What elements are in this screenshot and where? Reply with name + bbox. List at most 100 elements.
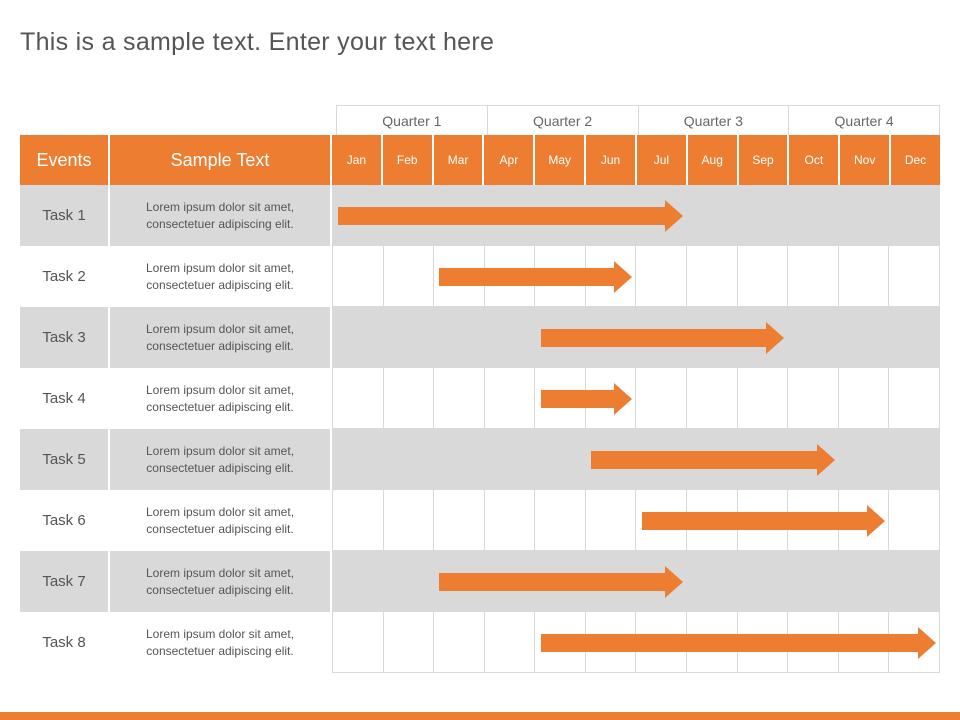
header-month: Dec bbox=[891, 135, 940, 185]
month-cell bbox=[839, 429, 890, 490]
arrow-head-icon bbox=[766, 322, 784, 354]
arrow-shaft bbox=[541, 634, 922, 652]
table-row: Task 6Lorem ipsum dolor sit amet, consec… bbox=[20, 490, 940, 551]
month-cell bbox=[535, 429, 586, 490]
month-cell bbox=[434, 429, 485, 490]
month-cell bbox=[889, 429, 940, 490]
month-cell bbox=[788, 185, 839, 246]
arrow-head-icon bbox=[614, 383, 632, 415]
task-timeline-cell bbox=[332, 551, 940, 612]
gantt-arrow bbox=[642, 512, 871, 530]
task-description-cell: Lorem ipsum dolor sit amet, consectetuer… bbox=[110, 368, 332, 429]
header-events: Events bbox=[20, 135, 110, 185]
gantt-arrow bbox=[439, 268, 618, 286]
task-timeline-cell bbox=[332, 490, 940, 551]
month-cell bbox=[788, 551, 839, 612]
header-month: Sep bbox=[739, 135, 790, 185]
gantt-arrow bbox=[541, 390, 618, 408]
chart-body: Task 1Lorem ipsum dolor sit amet, consec… bbox=[20, 185, 940, 673]
month-cell bbox=[384, 246, 435, 307]
table-row: Task 7Lorem ipsum dolor sit amet, consec… bbox=[20, 551, 940, 612]
task-description-cell: Lorem ipsum dolor sit amet, consectetuer… bbox=[110, 551, 332, 612]
quarter-header-row: Quarter 1 Quarter 2 Quarter 3 Quarter 4 bbox=[336, 105, 940, 135]
month-cell bbox=[535, 490, 586, 551]
month-cell bbox=[332, 612, 384, 673]
month-cell bbox=[384, 551, 435, 612]
arrow-shaft bbox=[591, 451, 820, 469]
task-timeline-cell bbox=[332, 307, 940, 368]
month-cell bbox=[687, 185, 738, 246]
quarter-header: Quarter 1 bbox=[336, 105, 488, 135]
month-cell bbox=[485, 612, 536, 673]
arrow-shaft bbox=[338, 207, 669, 225]
month-cell bbox=[687, 551, 738, 612]
gantt-chart: Quarter 1 Quarter 2 Quarter 3 Quarter 4 … bbox=[20, 105, 940, 675]
month-cell bbox=[434, 490, 485, 551]
month-cell bbox=[738, 185, 789, 246]
month-cell bbox=[332, 368, 384, 429]
month-cell bbox=[332, 551, 384, 612]
month-cell bbox=[384, 368, 435, 429]
month-cell bbox=[434, 368, 485, 429]
month-cell bbox=[889, 185, 940, 246]
month-cell bbox=[889, 368, 940, 429]
bottom-accent-bar bbox=[0, 712, 960, 720]
table-row: Task 2Lorem ipsum dolor sit amet, consec… bbox=[20, 246, 940, 307]
task-timeline-cell bbox=[332, 612, 940, 673]
arrow-head-icon bbox=[614, 261, 632, 293]
task-name-cell: Task 6 bbox=[20, 490, 110, 551]
quarter-header: Quarter 4 bbox=[789, 105, 940, 135]
table-row: Task 4Lorem ipsum dolor sit amet, consec… bbox=[20, 368, 940, 429]
arrow-shaft bbox=[439, 268, 618, 286]
month-cell bbox=[889, 551, 940, 612]
task-description-cell: Lorem ipsum dolor sit amet, consectetuer… bbox=[110, 490, 332, 551]
arrow-head-icon bbox=[918, 627, 936, 659]
month-cell bbox=[434, 307, 485, 368]
arrow-head-icon bbox=[665, 200, 683, 232]
month-cell bbox=[485, 429, 536, 490]
header-month: Nov bbox=[840, 135, 891, 185]
gantt-arrow bbox=[338, 207, 669, 225]
month-cell bbox=[889, 307, 940, 368]
month-cell bbox=[384, 307, 435, 368]
task-name-cell: Task 4 bbox=[20, 368, 110, 429]
month-cell bbox=[332, 490, 384, 551]
task-description-cell: Lorem ipsum dolor sit amet, consectetuer… bbox=[110, 246, 332, 307]
header-month: Feb bbox=[383, 135, 434, 185]
month-cell bbox=[839, 246, 890, 307]
month-cell bbox=[738, 368, 789, 429]
month-cell bbox=[788, 368, 839, 429]
month-cell bbox=[687, 246, 738, 307]
gantt-arrow bbox=[591, 451, 820, 469]
task-description-cell: Lorem ipsum dolor sit amet, consectetuer… bbox=[110, 429, 332, 490]
task-description-cell: Lorem ipsum dolor sit amet, consectetuer… bbox=[110, 307, 332, 368]
arrow-head-icon bbox=[867, 505, 885, 537]
gantt-arrow bbox=[439, 573, 668, 591]
header-month: Jul bbox=[637, 135, 688, 185]
gantt-arrow bbox=[541, 329, 770, 347]
task-timeline-cell bbox=[332, 185, 940, 246]
month-cell bbox=[738, 246, 789, 307]
header-sample-text: Sample Text bbox=[110, 135, 332, 185]
month-cell bbox=[384, 429, 435, 490]
task-name-cell: Task 8 bbox=[20, 612, 110, 673]
table-row: Task 8Lorem ipsum dolor sit amet, consec… bbox=[20, 612, 940, 673]
header-month: Aug bbox=[688, 135, 739, 185]
task-timeline-cell bbox=[332, 368, 940, 429]
quarter-header: Quarter 2 bbox=[488, 105, 639, 135]
month-cell bbox=[889, 490, 940, 551]
month-cell bbox=[839, 185, 890, 246]
page-title: This is a sample text. Enter your text h… bbox=[0, 0, 960, 67]
arrow-head-icon bbox=[665, 566, 683, 598]
task-timeline-cell bbox=[332, 429, 940, 490]
month-cell bbox=[332, 307, 384, 368]
header-months: JanFebMarAprMayJunJulAugSepOctNovDec bbox=[332, 135, 940, 185]
month-cell bbox=[485, 307, 536, 368]
month-cell bbox=[384, 612, 435, 673]
month-cell bbox=[332, 246, 384, 307]
month-cell bbox=[687, 368, 738, 429]
month-cell bbox=[738, 551, 789, 612]
header-month: Jun bbox=[586, 135, 637, 185]
arrow-shaft bbox=[541, 329, 770, 347]
header-month: Mar bbox=[434, 135, 485, 185]
